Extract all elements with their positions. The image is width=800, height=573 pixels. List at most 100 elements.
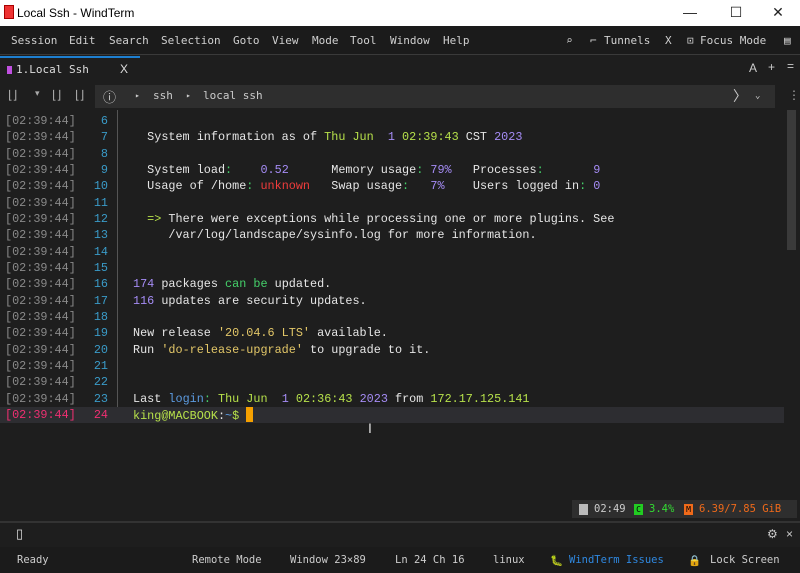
text-segment: 174 — [133, 277, 155, 292]
gear-icon[interactable]: ⚙ — [767, 527, 778, 541]
tunnels-icon: ⌐ — [590, 34, 597, 47]
menu-view[interactable]: View — [272, 34, 299, 47]
issues-link[interactable]: WindTerm Issues — [569, 554, 664, 566]
text-segment: to upgrade to it. — [302, 342, 431, 357]
line-number: 12 — [93, 211, 108, 226]
search-icon[interactable]: ⌕ — [566, 34, 573, 47]
text-segment: Thu Jun — [324, 130, 388, 145]
menu-window[interactable]: Window — [390, 34, 430, 47]
line-text: 116 updates are security updates. — [133, 293, 367, 309]
window-title: Local Ssh - WindTerm — [17, 6, 135, 20]
new-tab-button[interactable]: + — [768, 60, 775, 74]
text-segment — [409, 179, 430, 193]
breadcrumb-ssh[interactable]: ssh — [153, 89, 173, 102]
text-segment: 02:36:43 — [288, 391, 360, 406]
text-segment: 116 — [133, 293, 155, 308]
line-timestamp: [02:39:44] — [5, 244, 76, 259]
line-number: 16 — [93, 277, 108, 292]
terminal-line: [02:39:44] 6 — [0, 113, 784, 129]
menu-goto[interactable]: Goto — [233, 34, 260, 47]
status-ready: Ready — [17, 554, 49, 566]
terminal-line: [02:39:44] 24 king@MACBOOK:~$ — [0, 406, 784, 424]
menu-mode[interactable]: Mode — [312, 34, 339, 47]
line-timestamp: [02:39:44] — [5, 391, 76, 406]
minimize-button[interactable]: — — [680, 4, 700, 20]
status-position[interactable]: Ln 24 Ch 16 — [395, 554, 465, 566]
font-button[interactable]: A — [749, 61, 757, 75]
title-bar: Local Ssh - WindTerm — ☐ ✕ — [0, 0, 800, 26]
terminal-line: [02:39:44] 9 System load: 0.52 Memory usa… — [0, 162, 784, 178]
menu-session[interactable]: Session — [11, 34, 57, 47]
text-segment: Usage of /home — [133, 179, 247, 194]
lock-screen-button[interactable]: Lock Screen — [710, 554, 780, 566]
scrollbar-thumb[interactable] — [787, 110, 796, 250]
address-bar[interactable]: ⓘ ▸ ssh ▸ local ssh 〉 ⌄ — [95, 85, 775, 108]
bottom-panel: ▯ ⚙ × — [0, 521, 800, 547]
text-segment: : — [203, 391, 218, 406]
text-segment: king@MACBOOK — [133, 408, 218, 423]
status-os[interactable]: linux — [493, 554, 525, 566]
text-segment: System load — [133, 162, 226, 177]
menu-search[interactable]: Search — [109, 34, 149, 47]
terminal[interactable]: [02:39:44] 6 [02:39:44] 7 System informatio… — [0, 110, 798, 520]
tab-local-ssh[interactable]: 1.Local Ssh X — [0, 56, 140, 83]
layout-icon[interactable]: ▤ — [784, 34, 791, 47]
tab-close-button[interactable]: X — [120, 62, 128, 76]
menu-tool[interactable]: Tool — [350, 34, 377, 47]
menu-help[interactable]: Help — [443, 34, 470, 47]
tab-label: 1.Local Ssh — [16, 63, 89, 76]
chevron-right-icon[interactable]: 〉 — [733, 86, 747, 106]
info-icon[interactable]: ⓘ — [103, 87, 116, 106]
line-text: System load: 0.52 Memory usage: 79% Proc… — [133, 162, 600, 178]
panel-close-icon[interactable]: × — [786, 527, 793, 541]
line-timestamp: [02:39:44] — [5, 162, 76, 177]
text-segment: $ — [232, 408, 247, 423]
text-segment: 7% — [430, 179, 445, 194]
focus-mode-button[interactable]: Focus Mode — [700, 34, 766, 47]
terminal-line: [02:39:44] 17 116 updates are security upd… — [0, 293, 784, 309]
chevron-down-icon[interactable]: ⌄ — [755, 91, 760, 101]
text-segment: 'do-release-upgrade' — [161, 342, 303, 357]
line-timestamp: [02:39:44] — [5, 342, 76, 357]
more-icon[interactable]: ⋮ — [788, 88, 800, 102]
terminal-line: [02:39:44] 13 /var/log/landscape/sysinfo.… — [0, 227, 784, 243]
text-segment: updated. — [267, 277, 332, 292]
session-settings-icon[interactable]: ⌊⌋ — [75, 88, 84, 102]
line-timestamp: [02:39:44] — [5, 228, 76, 243]
menu-edit[interactable]: Edit — [69, 34, 96, 47]
x-button[interactable]: X — [665, 34, 672, 47]
line-number: 18 — [93, 309, 108, 324]
text-segment — [232, 163, 260, 177]
close-session-icon[interactable]: ⌊⌋ — [52, 88, 61, 102]
line-timestamp: [02:39:44] — [5, 293, 76, 308]
text-segment: CST — [465, 130, 495, 145]
maximize-button[interactable]: ☐ — [726, 4, 746, 21]
text-segment — [544, 163, 594, 177]
breadcrumb-local-ssh[interactable]: local ssh — [203, 89, 263, 102]
line-timestamp: [02:39:44] — [5, 130, 76, 145]
pane-icon[interactable]: ▯ — [16, 526, 23, 542]
line-timestamp: [02:39:44] — [5, 375, 76, 390]
scrollbar[interactable] — [784, 110, 798, 520]
status-bar: Ready Remote Mode Window 23×89 Ln 24 Ch … — [0, 547, 800, 573]
tab-color-icon — [7, 66, 12, 74]
tab-menu-button[interactable]: = — [787, 59, 794, 73]
text-segment: There were exceptions while processing o… — [168, 211, 615, 226]
menu-selection[interactable]: Selection — [161, 34, 221, 47]
close-button[interactable]: ✕ — [768, 4, 788, 21]
terminal-line: [02:39:44] 23 Last login: Thu Jun 1 02:36:… — [0, 391, 784, 407]
dropdown-icon[interactable]: ▾ — [35, 88, 40, 99]
status-window-size[interactable]: Window 23×89 — [290, 554, 366, 566]
text-segment: Processes — [451, 162, 537, 177]
line-timestamp: [02:39:44] — [5, 114, 76, 128]
line-timestamp: [02:39:44] — [5, 407, 76, 422]
text-segment: 0.52 — [260, 162, 289, 177]
new-session-icon[interactable]: ⌊⌋ — [8, 88, 17, 102]
text-segment: updates are security updates. — [154, 293, 367, 308]
line-number: 7 — [100, 130, 108, 145]
status-mode[interactable]: Remote Mode — [192, 554, 262, 566]
line-number: 14 — [93, 244, 108, 259]
text-segment: 1 — [387, 130, 395, 145]
tunnels-button[interactable]: Tunnels — [604, 34, 650, 47]
line-number: 8 — [100, 146, 108, 161]
